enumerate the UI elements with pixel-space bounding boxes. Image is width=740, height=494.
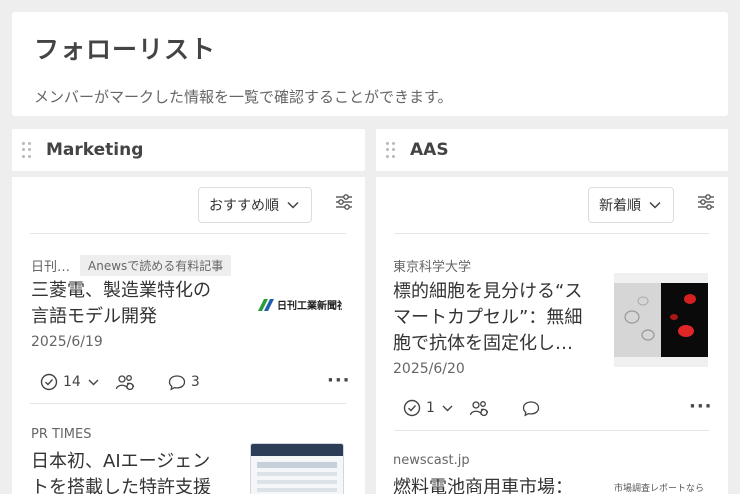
page-description: メンバーがマークした情報を一覧で確認することができます。 <box>34 88 453 106</box>
card-title-line: マートカプセル”：無細 <box>393 307 583 328</box>
card-date: 2025/6/20 <box>393 361 465 377</box>
column-header-aas[interactable]: AAS <box>376 129 728 171</box>
card-title[interactable]: 燃料電池商用車市場： <box>393 475 598 494</box>
card-title-line: 三菱電、製造業特化の <box>31 280 211 301</box>
card-title-line: 燃料電池商用車市場： <box>393 477 573 494</box>
share-members-icon[interactable] <box>115 373 135 391</box>
card-actions: 14 3 <box>40 373 200 391</box>
card-title[interactable]: 三菱電、製造業特化の 言語モデル開発 <box>31 278 251 330</box>
check-count: 1 <box>426 400 435 416</box>
card-thumbnail-image[interactable] <box>614 273 708 367</box>
filter-settings-icon[interactable] <box>335 193 353 211</box>
divider <box>30 233 346 234</box>
check-button[interactable]: 1 <box>403 399 453 417</box>
card-source-row: newscast.jp <box>393 453 470 468</box>
logo-text: 日刊工業新聞社 <box>277 299 342 312</box>
drag-handle-icon[interactable] <box>386 142 396 158</box>
card-title[interactable]: 標的細胞を見分ける“ス マートカプセル”：無細 胞で抗体を固定化し… <box>393 279 598 357</box>
check-button[interactable]: 14 <box>40 373 99 391</box>
column-title: AAS <box>410 140 449 160</box>
paid-article-badge: Anewsで読める有料記事 <box>80 255 232 276</box>
card-source[interactable]: PR TIMES <box>31 427 91 442</box>
column-header-marketing[interactable]: Marketing <box>12 129 365 171</box>
card-date: 2025/6/19 <box>31 334 103 350</box>
card-title-line: 標的細胞を見分ける“ス <box>393 281 583 302</box>
more-options-button[interactable]: ··· <box>327 370 351 391</box>
comment-count: 3 <box>190 374 200 390</box>
sort-dropdown[interactable]: 新着順 <box>588 187 674 223</box>
check-circle-icon <box>403 399 421 417</box>
card-title-line: トを搭載した特許支援 <box>31 477 211 494</box>
card-source[interactable]: newscast.jp <box>393 453 470 468</box>
chevron-down-icon <box>287 201 299 209</box>
drag-handle-icon[interactable] <box>22 142 32 158</box>
column-title: Marketing <box>46 140 144 160</box>
page-header: フォローリスト メンバーがマークした情報を一覧で確認することができます。 <box>12 12 728 116</box>
card-thumbnail-text[interactable]: 市場調査レポートなら <box>614 481 708 494</box>
divider <box>30 403 346 404</box>
card-title-line: 言語モデル開発 <box>31 306 157 327</box>
filter-settings-icon[interactable] <box>697 193 715 211</box>
column-body-marketing: おすすめ順 日刊… Anewsで読める有料記事 三菱電、製造業特化の 言語モデル… <box>12 177 365 494</box>
chevron-down-icon[interactable] <box>88 379 99 386</box>
sort-label: おすすめ順 <box>209 198 279 214</box>
card-title-line: 日本初、AIエージェン <box>31 451 211 472</box>
page-title: フォローリスト <box>34 35 217 64</box>
card-source[interactable]: 東京科学大学 <box>393 256 471 275</box>
card-thumbnail-image[interactable] <box>250 443 344 494</box>
share-members-icon[interactable] <box>469 399 489 417</box>
sort-label: 新着順 <box>599 198 641 214</box>
sort-dropdown[interactable]: おすすめ順 <box>198 187 312 223</box>
comment-icon <box>168 374 185 390</box>
card-source[interactable]: 日刊… <box>31 256 70 275</box>
card-source-row: PR TIMES <box>31 427 91 442</box>
card-actions: 1 <box>403 399 540 417</box>
comment-button[interactable] <box>522 400 540 417</box>
card-title-line: 胞で抗体を固定化し… <box>393 333 573 354</box>
divider <box>394 430 709 431</box>
more-options-button[interactable]: ··· <box>689 396 713 417</box>
card-title[interactable]: 日本初、AIエージェン トを搭載した特許支援 <box>31 449 251 494</box>
card-source-row: 日刊… Anewsで読める有料記事 <box>31 255 232 276</box>
chevron-down-icon[interactable] <box>442 405 453 412</box>
card-thumbnail-logo[interactable]: 日刊工業新聞社 <box>256 297 342 313</box>
comment-icon <box>522 400 540 416</box>
card-source-row: 東京科学大学 <box>393 256 471 275</box>
comment-button[interactable]: 3 <box>168 374 200 391</box>
column-toolbar: 新着順 <box>588 186 674 224</box>
divider <box>394 233 709 234</box>
column-toolbar: おすすめ順 <box>198 186 312 224</box>
check-count: 14 <box>63 374 81 390</box>
column-body-aas: 新着順 東京科学大学 標的細胞を見分ける“ス マートカプセル”：無細 胞で抗体を… <box>376 177 728 494</box>
chevron-down-icon <box>649 201 661 209</box>
check-circle-icon <box>40 373 58 391</box>
